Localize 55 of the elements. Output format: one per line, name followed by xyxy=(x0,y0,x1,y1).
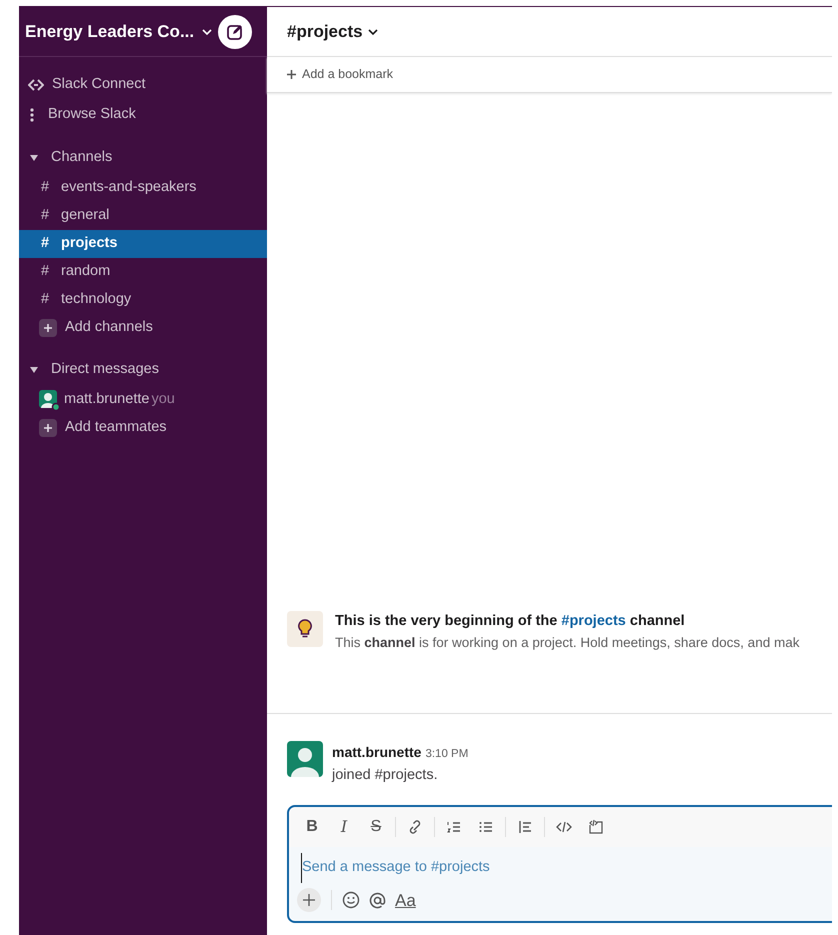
channel-item[interactable]: # random xyxy=(19,258,267,286)
sidebar-item[interactable]: Slack Connect xyxy=(19,70,267,100)
channel-item[interactable]: # projects xyxy=(19,230,267,258)
message-input[interactable]: Send a message to #projects xyxy=(301,853,832,883)
hash-icon: # xyxy=(37,289,53,311)
channel-link[interactable]: #projects xyxy=(561,613,626,630)
connect-icon xyxy=(28,79,44,91)
quote-icon xyxy=(517,819,533,835)
you-label: you xyxy=(151,390,175,410)
code-icon xyxy=(556,819,572,835)
mention-button[interactable] xyxy=(368,890,387,910)
hash-icon: # xyxy=(37,205,53,227)
edit-icon xyxy=(226,22,244,40)
message-author[interactable]: matt.brunette xyxy=(332,744,422,760)
direct-message-item[interactable]: matt.brunetteyou xyxy=(19,386,267,414)
sidebar-item[interactable]: Browse Slack xyxy=(19,100,267,130)
add-item[interactable]: Add channels xyxy=(19,314,267,342)
section-header[interactable]: Channels xyxy=(19,142,267,174)
section-header[interactable]: Direct messages xyxy=(19,354,267,386)
workspace-name[interactable]: Energy Leaders Co... xyxy=(25,18,194,44)
avatar xyxy=(287,741,323,778)
chevron-down-icon xyxy=(368,28,378,36)
plus-icon xyxy=(39,419,57,437)
chevron-down-icon xyxy=(202,28,212,36)
channel-item[interactable]: # events-and-speakers xyxy=(19,174,267,202)
strikethrough-button[interactable]: S xyxy=(361,813,391,841)
hash-icon: # xyxy=(37,233,53,255)
add-bookmark-link[interactable]: Add a bookmark xyxy=(302,65,394,84)
italic-button[interactable]: I xyxy=(329,813,359,841)
numbered-list-icon xyxy=(446,819,462,835)
plus-icon xyxy=(287,70,296,79)
emoji-button[interactable] xyxy=(342,891,360,910)
compose-button[interactable] xyxy=(218,14,252,48)
plus-icon xyxy=(39,319,57,337)
attach-button[interactable] xyxy=(297,888,321,912)
emoji-icon xyxy=(342,891,360,910)
lightbulb-icon xyxy=(287,611,323,648)
message-time[interactable]: 3:10 PM xyxy=(425,748,468,760)
text-format-button[interactable]: Aa xyxy=(395,888,416,913)
message-text: joined #projects. xyxy=(332,766,439,786)
intro-heading: This is the very beginning of the #projects channel xyxy=(335,612,686,632)
channel-item[interactable]: # technology xyxy=(19,286,267,314)
bold-button[interactable]: B xyxy=(297,813,327,841)
plus-icon xyxy=(303,894,315,906)
intro-description: This channel is for working on a project. Hold meetings, share docs, and mak xyxy=(335,634,800,652)
hash-icon: # xyxy=(37,177,53,199)
mention-icon xyxy=(368,890,387,910)
add-item[interactable]: Add teammates xyxy=(19,414,267,442)
bulleted-list-icon xyxy=(478,819,494,835)
channel-title[interactable]: #projects xyxy=(287,18,363,44)
code-block-icon xyxy=(588,819,604,835)
hash-icon: # xyxy=(37,261,53,283)
channel-item[interactable]: # general xyxy=(19,202,267,230)
more-icon xyxy=(30,108,34,122)
link-icon xyxy=(407,819,423,835)
